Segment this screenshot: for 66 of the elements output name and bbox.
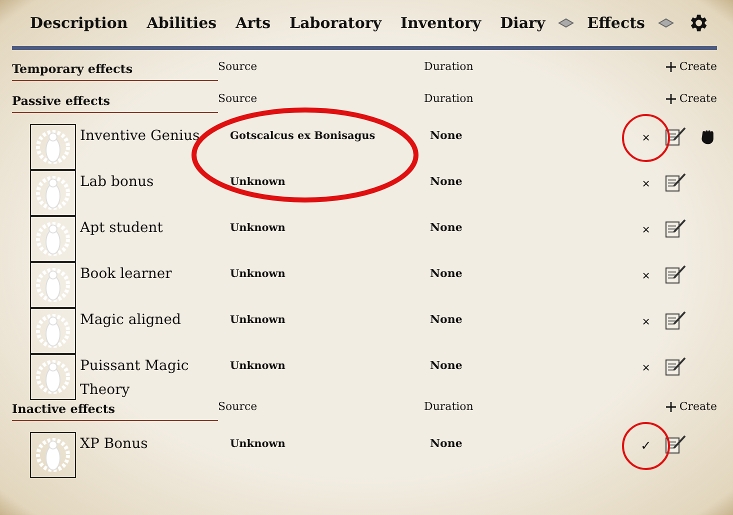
figure-icon [30,432,76,478]
effect-duration: None [430,266,464,282]
tab[interactable]: Abilities [146,14,217,32]
effect-source: Unknown [230,267,286,282]
edit-icon[interactable] [665,310,687,330]
figure-icon [30,170,76,216]
effect-duration: None [430,128,464,144]
column-header: Duration [424,400,474,413]
column-header: Source [218,92,258,105]
figure-icon [30,308,76,354]
effect-name: Lab bonus [79,173,155,192]
figure-icon [30,354,76,400]
section-title: Passive effects [12,92,218,113]
column-header: Source [218,60,258,73]
tab[interactable]: Inventory [400,14,482,32]
edit-icon[interactable] [665,172,687,192]
effect-name: XP Bonus [79,435,149,454]
tab[interactable]: Effects [587,14,645,32]
section-title: Inactive effects [12,400,218,421]
toggle-button[interactable]: × [639,176,653,190]
effect-name: Puissant Magic Theory [79,357,190,400]
column-header: Duration [424,92,474,105]
toggle-button[interactable]: × [639,360,653,374]
effect-source: Unknown [230,175,286,190]
effect-name: Magic aligned [79,311,182,330]
edit-icon[interactable] [665,218,687,238]
figure-icon [30,216,76,262]
edit-icon[interactable] [665,264,687,284]
effect-duration: None [430,358,464,374]
toggle-button[interactable]: × [639,268,653,282]
tab[interactable]: Arts [236,14,271,32]
tab[interactable]: Description [30,14,128,32]
section-title: Temporary effects [12,60,218,81]
toggle-button[interactable]: ✓ [639,438,653,452]
edit-icon[interactable] [665,434,687,454]
toggle-button[interactable]: × [639,314,653,328]
toggle-button[interactable]: × [639,222,653,236]
create-button[interactable]: Create [666,400,717,413]
effect-name: Book learner [79,265,173,284]
effect-duration: None [430,436,464,452]
diamond-icon [558,18,574,28]
toggle-button[interactable]: × [639,130,653,144]
figure-icon [30,124,76,170]
figure-icon [30,262,76,308]
edit-icon[interactable] [665,126,687,146]
plus-icon [666,62,676,72]
effect-name: Apt student [78,219,164,238]
effect-duration: None [430,312,464,328]
column-header: Duration [424,60,474,73]
edit-icon[interactable] [665,356,687,376]
column-header: Source [218,400,258,413]
plus-icon [666,94,676,104]
effect-source: Unknown [230,437,286,452]
effect-source: Unknown [230,359,286,374]
effect-name: Inventive Genius [79,127,201,146]
create-button[interactable]: Create [666,92,717,105]
diamond-icon [658,18,674,28]
create-button[interactable]: Create [666,60,717,73]
effect-duration: None [430,174,464,190]
effect-source: Unknown [230,221,286,236]
effect-source: Unknown [230,313,286,328]
effect-source: Gotscalcus ex Bonisagus [230,129,376,144]
plus-icon [666,402,676,412]
tab[interactable]: Diary [500,14,546,32]
effect-duration: None [430,220,464,236]
tab[interactable]: Laboratory [290,14,382,32]
